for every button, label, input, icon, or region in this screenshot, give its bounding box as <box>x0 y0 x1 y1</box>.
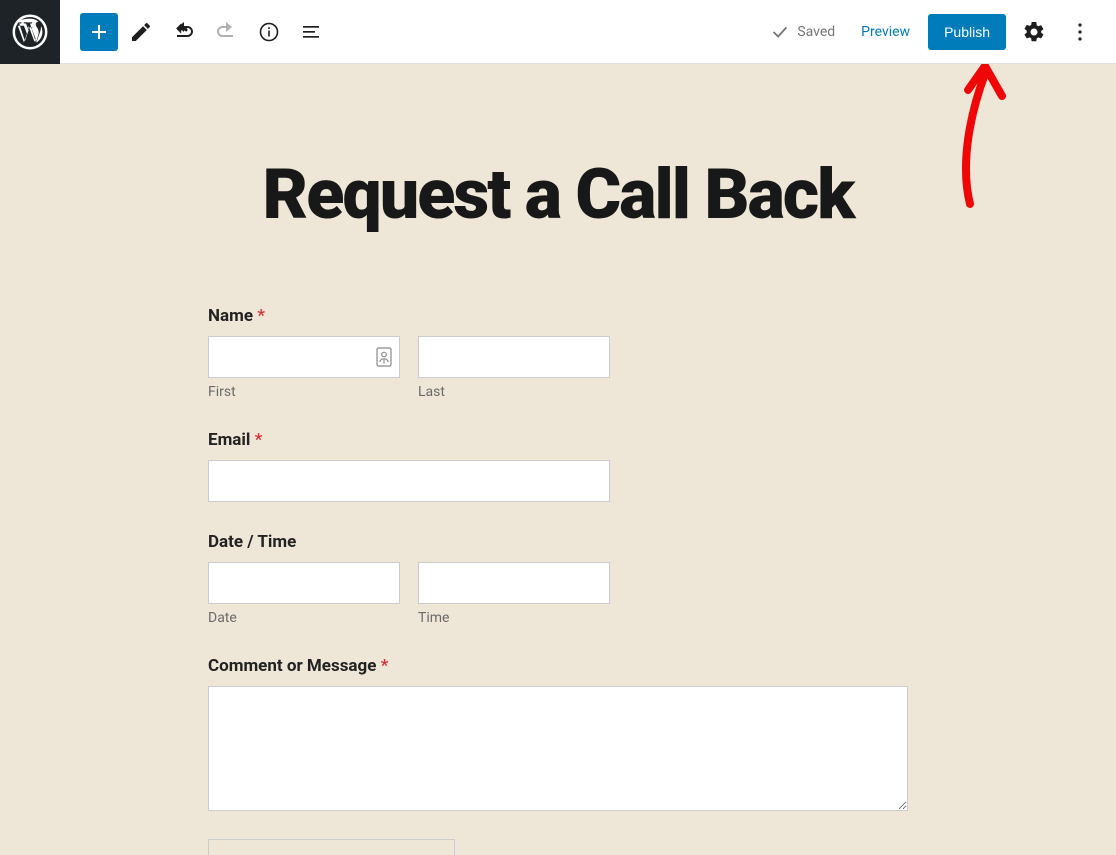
required-marker: * <box>255 430 263 450</box>
required-marker: * <box>381 656 389 676</box>
edit-mode-button[interactable] <box>122 13 160 51</box>
kebab-icon <box>1068 20 1092 44</box>
add-block-button[interactable] <box>80 13 118 51</box>
last-name-input[interactable] <box>418 336 610 378</box>
submit-button[interactable]: Request Your Call Back! <box>208 839 455 855</box>
toolbar-right: Saved Preview Publish <box>769 14 1116 50</box>
toolbar-left <box>60 13 330 51</box>
redo-icon <box>215 20 239 44</box>
wordpress-icon <box>12 14 48 50</box>
save-status-label: Saved <box>797 24 835 40</box>
editor-canvas[interactable]: Request a Call Back Name * First <box>0 64 1116 855</box>
check-icon <box>769 21 791 43</box>
page-title[interactable]: Request a Call Back <box>0 154 1116 236</box>
date-sublabel: Date <box>208 610 400 626</box>
preview-link[interactable]: Preview <box>853 16 918 48</box>
email-label: Email * <box>208 430 908 450</box>
name-label: Name * <box>208 306 908 326</box>
date-input[interactable] <box>208 562 400 604</box>
redo-button[interactable] <box>208 13 246 51</box>
publish-button[interactable]: Publish <box>928 14 1006 50</box>
undo-button[interactable] <box>166 13 204 51</box>
form-block[interactable]: Name * First Last <box>208 306 908 855</box>
info-icon <box>257 20 281 44</box>
datetime-label: Date / Time <box>208 532 908 552</box>
document-info-button[interactable] <box>250 13 288 51</box>
editor-toolbar: Saved Preview Publish <box>0 0 1116 64</box>
contact-card-icon <box>376 347 392 367</box>
gear-icon <box>1022 20 1046 44</box>
plus-icon <box>87 20 111 44</box>
time-input[interactable] <box>418 562 610 604</box>
required-marker: * <box>257 306 265 326</box>
first-name-sublabel: First <box>208 384 400 400</box>
more-options-button[interactable] <box>1062 14 1098 50</box>
message-label: Comment or Message * <box>208 656 908 676</box>
settings-button[interactable] <box>1016 14 1052 50</box>
pencil-icon <box>129 20 153 44</box>
wordpress-logo[interactable] <box>0 0 60 64</box>
first-name-input[interactable] <box>208 336 400 378</box>
document-outline-button[interactable] <box>292 13 330 51</box>
list-icon <box>299 20 323 44</box>
undo-icon <box>173 20 197 44</box>
last-name-sublabel: Last <box>418 384 610 400</box>
email-input[interactable] <box>208 460 610 502</box>
save-status: Saved <box>769 21 835 43</box>
time-sublabel: Time <box>418 610 610 626</box>
message-textarea[interactable] <box>208 686 908 811</box>
